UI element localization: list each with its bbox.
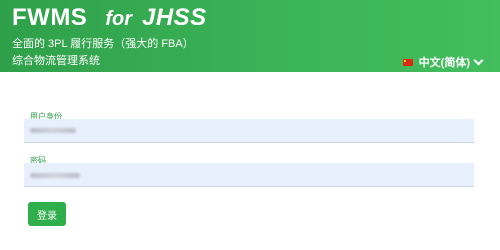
language-selector[interactable]: 中文(简体) [402,54,484,70]
china-flag-icon [402,58,413,66]
header-banner: FWMS for JHSS 全面的 3PL 履行服务（强大的 FBA） 综合物流… [0,0,500,72]
brand-title: FWMS for JHSS [12,4,207,32]
tagline: 全面的 3PL 履行服务（强大的 FBA） [12,38,194,50]
password-redacted-value [30,173,80,178]
login-page: FWMS for JHSS 全面的 3PL 履行服务（强大的 FBA） 综合物流… [0,0,500,250]
tagline-secondary: 综合物流管理系统 [12,55,100,67]
password-input[interactable] [24,163,474,187]
chevron-down-icon [473,55,484,66]
brand-sub: JHSS [141,4,207,31]
username-input[interactable] [24,119,474,143]
username-redacted-value [30,128,76,133]
brand-for: for [105,8,132,30]
language-label: 中文(简体) [418,57,470,69]
login-button[interactable]: 登录 [28,202,66,226]
brand-main: FWMS [12,4,88,31]
